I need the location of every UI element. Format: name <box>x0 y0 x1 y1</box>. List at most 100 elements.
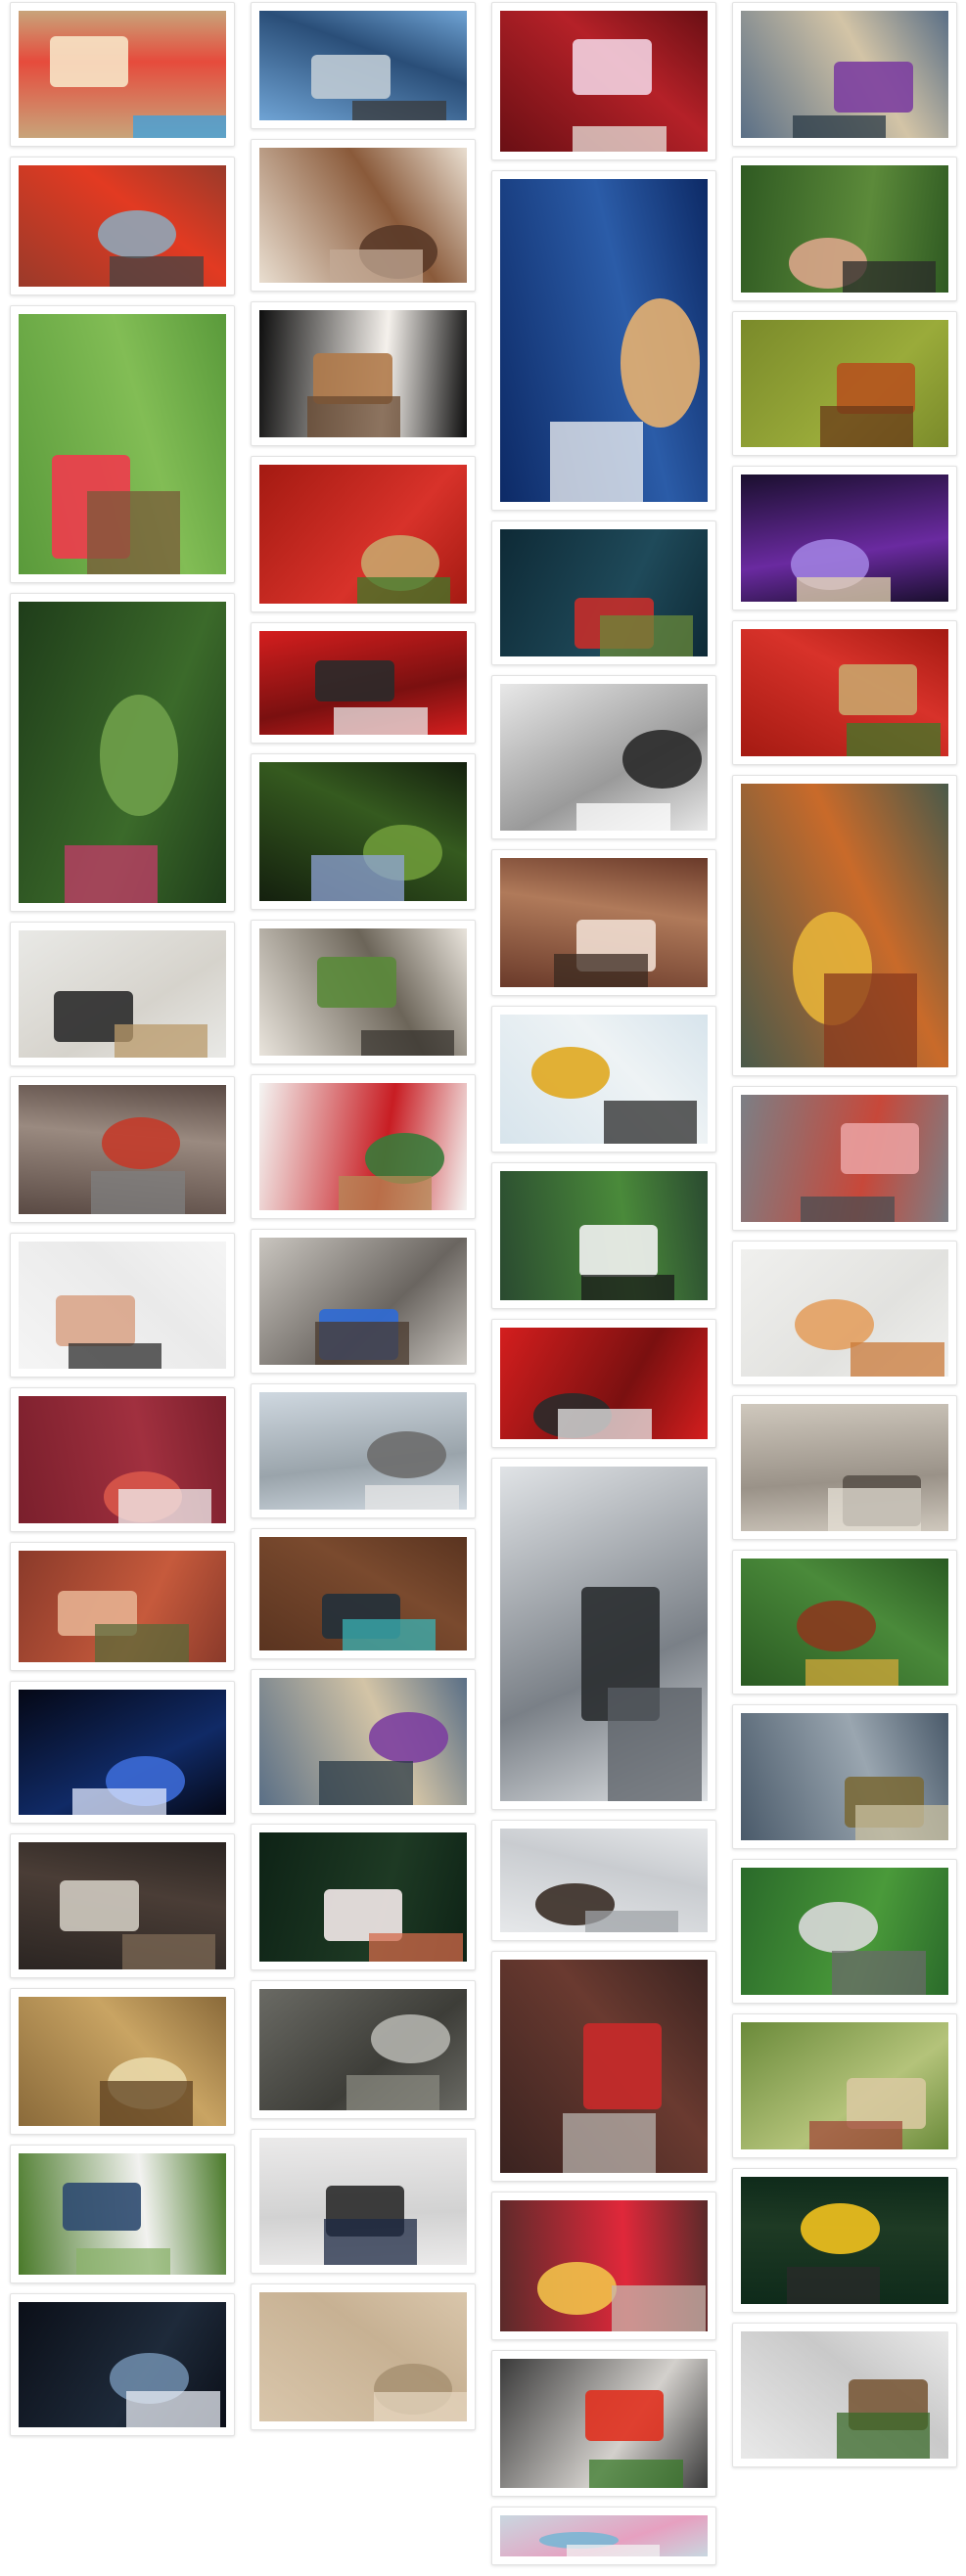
gallery-card[interactable] <box>732 775 957 1076</box>
phone-camera-hands-photo[interactable] <box>19 1242 226 1369</box>
gallery-card[interactable] <box>491 1006 716 1152</box>
gallery-card[interactable] <box>10 1076 235 1223</box>
cherry-tomatoes-photo[interactable] <box>500 2359 708 2488</box>
red-apples-crate-photo[interactable] <box>741 629 948 756</box>
gallery-card[interactable] <box>732 311 957 456</box>
gallery-card[interactable] <box>251 1074 476 1219</box>
gallery-card[interactable] <box>251 1229 476 1374</box>
sand-texture-photo[interactable] <box>741 1404 948 1531</box>
gallery-card[interactable] <box>251 2 476 129</box>
gallery-card[interactable] <box>10 1988 235 2135</box>
red-tree-lava-photo[interactable] <box>19 165 226 287</box>
bright-hallway-photo[interactable] <box>19 1997 226 2126</box>
gallery-card[interactable] <box>10 593 235 912</box>
autumn-leaves-forest-photo[interactable] <box>741 784 948 1067</box>
red-sports-car-photo[interactable] <box>259 631 467 735</box>
gallery-card[interactable] <box>491 520 716 665</box>
gallery-card[interactable] <box>251 622 476 744</box>
woman-in-orchard-photo[interactable] <box>19 602 226 903</box>
gallery-card[interactable] <box>732 2 957 147</box>
woman-umbrella-river-photo[interactable] <box>741 11 948 138</box>
gallery-card[interactable] <box>491 170 716 511</box>
mass-hall-building-photo[interactable] <box>500 1960 708 2173</box>
concert-stage-photo[interactable] <box>19 1690 226 1815</box>
gallery-card[interactable] <box>732 1704 957 1849</box>
gallery-card[interactable] <box>10 1833 235 1978</box>
gallery-card[interactable] <box>732 2013 957 2158</box>
gallery-card[interactable] <box>732 1086 957 1231</box>
gallery-card[interactable] <box>251 1383 476 1518</box>
hummingbird-feeder-photo[interactable] <box>19 314 226 574</box>
gallery-card[interactable] <box>732 1241 957 1385</box>
gallery-card[interactable] <box>251 1669 476 1814</box>
phone-in-hand-lake-photo[interactable] <box>500 1171 708 1300</box>
autumn-forest-photo[interactable] <box>19 1551 226 1662</box>
gingerbread-candy-photo[interactable] <box>19 11 226 138</box>
gallery-card[interactable] <box>251 456 476 612</box>
lighthouse-dusk-photo[interactable] <box>500 179 708 502</box>
gallery-card[interactable] <box>491 849 716 996</box>
beer-bottles-photo[interactable] <box>741 1559 948 1686</box>
gallery-card[interactable] <box>732 1859 957 2004</box>
subway-woman-photo[interactable] <box>500 684 708 831</box>
bird-in-flight-photo[interactable] <box>500 1829 708 1932</box>
woman-fishing-photo[interactable] <box>259 1678 467 1805</box>
night-river-bridge-photo[interactable] <box>741 475 948 602</box>
forest-cabin-photo[interactable] <box>259 928 467 1056</box>
dark-silhouette-photo[interactable] <box>19 2302 226 2427</box>
gallery-card[interactable] <box>732 2168 957 2313</box>
gallery-card[interactable] <box>732 157 957 301</box>
rock-wall-photo[interactable] <box>259 1989 467 2110</box>
gallery-card[interactable] <box>732 1395 957 1540</box>
red-umbrella-photo[interactable] <box>500 529 708 656</box>
napkin-on-table-photo[interactable] <box>19 1396 226 1523</box>
gallery-card[interactable] <box>251 2129 476 2274</box>
gallery-card[interactable] <box>10 1387 235 1532</box>
gallery-card[interactable] <box>251 139 476 292</box>
gallery-card[interactable] <box>491 2350 716 2497</box>
brown-shoes-grass-photo[interactable] <box>741 320 948 447</box>
walking-in-park-photo[interactable] <box>19 2153 226 2275</box>
gallery-card[interactable] <box>732 620 957 765</box>
reading-in-grass-photo[interactable] <box>741 2022 948 2149</box>
red-apples-crate-photo[interactable] <box>259 465 467 604</box>
cozy-living-room-photo[interactable] <box>19 1842 226 1969</box>
gallery-card[interactable] <box>10 2 235 147</box>
latte-art-photo[interactable] <box>259 310 467 437</box>
gallery-card[interactable] <box>491 675 716 839</box>
traffic-light-sky-photo[interactable] <box>500 1015 708 1144</box>
gallery-card[interactable] <box>491 1458 716 1810</box>
gallery-card[interactable] <box>251 1980 476 2119</box>
gallery-card[interactable] <box>251 920 476 1064</box>
gallery-card[interactable] <box>491 1162 716 1309</box>
forest-plant-photo[interactable] <box>259 762 467 901</box>
gallery-card[interactable] <box>251 753 476 910</box>
woman-in-woods-photo[interactable] <box>500 858 708 987</box>
gift-box-wood-photo[interactable] <box>259 1537 467 1650</box>
gallery-card[interactable] <box>491 2192 716 2340</box>
celebration-cake-photo[interactable] <box>500 11 708 152</box>
gallery-card[interactable] <box>251 2283 476 2430</box>
gallery-card[interactable] <box>251 1528 476 1659</box>
gallery-card[interactable] <box>10 157 235 295</box>
gallery-card[interactable] <box>10 2145 235 2283</box>
red-cocktail-photo[interactable] <box>500 2200 708 2331</box>
gallery-card[interactable] <box>10 2293 235 2436</box>
soccer-field-aerial-photo[interactable] <box>741 1868 948 1995</box>
blossom-branch-photo[interactable] <box>259 1832 467 1962</box>
gallery-card[interactable] <box>251 1824 476 1970</box>
gallery-card[interactable] <box>491 2507 716 2565</box>
gallery-card[interactable] <box>732 466 957 610</box>
gallery-card[interactable] <box>491 1319 716 1448</box>
bridge-cables-photo[interactable] <box>259 148 467 283</box>
parked-cars-graffiti-photo[interactable] <box>19 1085 226 1214</box>
sunflower-woman-photo[interactable] <box>741 2177 948 2304</box>
bright-wall-floor-photo[interactable] <box>741 1249 948 1377</box>
foggy-canyon-photo[interactable] <box>500 1467 708 1801</box>
gallery-card[interactable] <box>10 922 235 1066</box>
notebook-tablet-photo[interactable] <box>259 2138 467 2265</box>
flower-petals-photo[interactable] <box>500 2515 708 2556</box>
gallery-card[interactable] <box>491 1820 716 1941</box>
gallery-card[interactable] <box>10 1681 235 1824</box>
bicycle-against-wall-photo[interactable] <box>19 930 226 1058</box>
